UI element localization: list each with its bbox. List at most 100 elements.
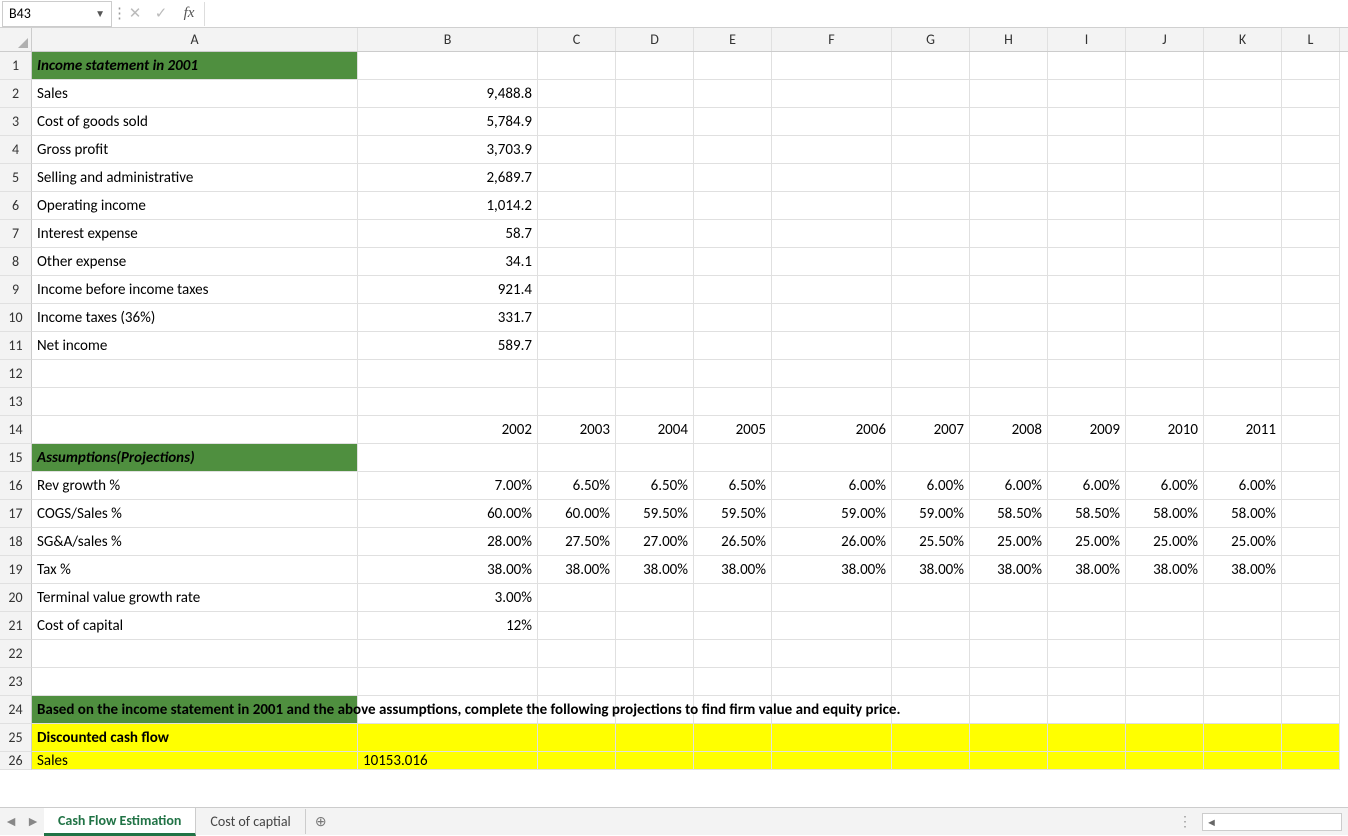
cell-K12[interactable] (1204, 360, 1282, 388)
cell-J25[interactable] (1126, 724, 1204, 752)
row-header-2[interactable]: 2 (0, 80, 32, 108)
col-header-F[interactable]: F (772, 28, 892, 51)
cell-K13[interactable] (1204, 388, 1282, 416)
cell-F1[interactable] (772, 52, 892, 80)
col-header-I[interactable]: I (1048, 28, 1126, 51)
cell-K18[interactable]: 25.00% (1204, 528, 1282, 556)
cell-A8[interactable]: Other expense (32, 248, 358, 276)
cell-B6[interactable]: 1,014.2 (358, 192, 538, 220)
col-header-K[interactable]: K (1204, 28, 1282, 51)
cell-F8[interactable] (772, 248, 892, 276)
cell-E23[interactable] (694, 668, 772, 696)
cell-C1[interactable] (538, 52, 616, 80)
row-header-17[interactable]: 17 (0, 500, 32, 528)
cell-G21[interactable] (892, 612, 970, 640)
col-header-J[interactable]: J (1126, 28, 1204, 51)
cell-G14[interactable]: 2007 (892, 416, 970, 444)
cell-H16[interactable]: 6.00% (970, 472, 1048, 500)
cell-H14[interactable]: 2008 (970, 416, 1048, 444)
cell-E17[interactable]: 59.50% (694, 500, 772, 528)
cell-C20[interactable] (538, 584, 616, 612)
cell-A25[interactable]: Discounted cash flow (32, 724, 358, 752)
cell-K15[interactable] (1204, 444, 1282, 472)
cell-G1[interactable] (892, 52, 970, 80)
cell-E9[interactable] (694, 276, 772, 304)
cell-K26[interactable] (1204, 752, 1282, 770)
cell-E8[interactable] (694, 248, 772, 276)
cell-H1[interactable] (970, 52, 1048, 80)
cell-A24[interactable]: Based on the income statement in 2001 an… (32, 696, 358, 724)
cell-F9[interactable] (772, 276, 892, 304)
cell-L1[interactable] (1282, 52, 1340, 80)
cell-G8[interactable] (892, 248, 970, 276)
row-header-18[interactable]: 18 (0, 528, 32, 556)
cell-D12[interactable] (616, 360, 694, 388)
cell-G7[interactable] (892, 220, 970, 248)
cell-K21[interactable] (1204, 612, 1282, 640)
col-header-H[interactable]: H (970, 28, 1048, 51)
cell-D26[interactable] (616, 752, 694, 770)
cell-H23[interactable] (970, 668, 1048, 696)
cell-G12[interactable] (892, 360, 970, 388)
cell-D2[interactable] (616, 80, 694, 108)
cell-K4[interactable] (1204, 136, 1282, 164)
cell-A3[interactable]: Cost of goods sold (32, 108, 358, 136)
cell-K16[interactable]: 6.00% (1204, 472, 1282, 500)
cell-C16[interactable]: 6.50% (538, 472, 616, 500)
row-header-14[interactable]: 14 (0, 416, 32, 444)
cell-L22[interactable] (1282, 640, 1340, 668)
row-header-15[interactable]: 15 (0, 444, 32, 472)
fx-icon[interactable]: fx (174, 5, 204, 22)
cell-I23[interactable] (1048, 668, 1126, 696)
cell-F5[interactable] (772, 164, 892, 192)
cell-I7[interactable] (1048, 220, 1126, 248)
cell-B1[interactable] (358, 52, 538, 80)
add-sheet-button[interactable]: ⊕ (306, 813, 336, 830)
cell-D7[interactable] (616, 220, 694, 248)
cell-G24[interactable] (892, 696, 970, 724)
cell-D8[interactable] (616, 248, 694, 276)
cell-B18[interactable]: 28.00% (358, 528, 538, 556)
cell-E5[interactable] (694, 164, 772, 192)
cell-F25[interactable] (772, 724, 892, 752)
cell-I18[interactable]: 25.00% (1048, 528, 1126, 556)
cell-A4[interactable]: Gross profit (32, 136, 358, 164)
cell-A14[interactable] (32, 416, 358, 444)
col-header-E[interactable]: E (694, 28, 772, 51)
cell-K9[interactable] (1204, 276, 1282, 304)
cell-E3[interactable] (694, 108, 772, 136)
cell-B26[interactable]: 10153.016 (358, 752, 538, 770)
cell-G17[interactable]: 59.00% (892, 500, 970, 528)
cell-G26[interactable] (892, 752, 970, 770)
cell-C6[interactable] (538, 192, 616, 220)
cell-A5[interactable]: Selling and administrative (32, 164, 358, 192)
row-header-6[interactable]: 6 (0, 192, 32, 220)
cell-J26[interactable] (1126, 752, 1204, 770)
cell-H26[interactable] (970, 752, 1048, 770)
cell-F11[interactable] (772, 332, 892, 360)
cell-B9[interactable]: 921.4 (358, 276, 538, 304)
cell-E16[interactable]: 6.50% (694, 472, 772, 500)
cell-J20[interactable] (1126, 584, 1204, 612)
cell-H15[interactable] (970, 444, 1048, 472)
cell-E25[interactable] (694, 724, 772, 752)
horizontal-scrollbar[interactable]: ◄ (1202, 813, 1342, 831)
cell-L24[interactable] (1282, 696, 1340, 724)
cell-B13[interactable] (358, 388, 538, 416)
cell-J16[interactable]: 6.00% (1126, 472, 1204, 500)
cell-F10[interactable] (772, 304, 892, 332)
cell-K8[interactable] (1204, 248, 1282, 276)
cell-H2[interactable] (970, 80, 1048, 108)
cell-C3[interactable] (538, 108, 616, 136)
cell-C7[interactable] (538, 220, 616, 248)
cell-A23[interactable] (32, 668, 358, 696)
cell-K2[interactable] (1204, 80, 1282, 108)
cell-E6[interactable] (694, 192, 772, 220)
cell-E12[interactable] (694, 360, 772, 388)
cell-F15[interactable] (772, 444, 892, 472)
cell-B16[interactable]: 7.00% (358, 472, 538, 500)
cell-F4[interactable] (772, 136, 892, 164)
cell-C12[interactable] (538, 360, 616, 388)
cell-D16[interactable]: 6.50% (616, 472, 694, 500)
cell-J7[interactable] (1126, 220, 1204, 248)
